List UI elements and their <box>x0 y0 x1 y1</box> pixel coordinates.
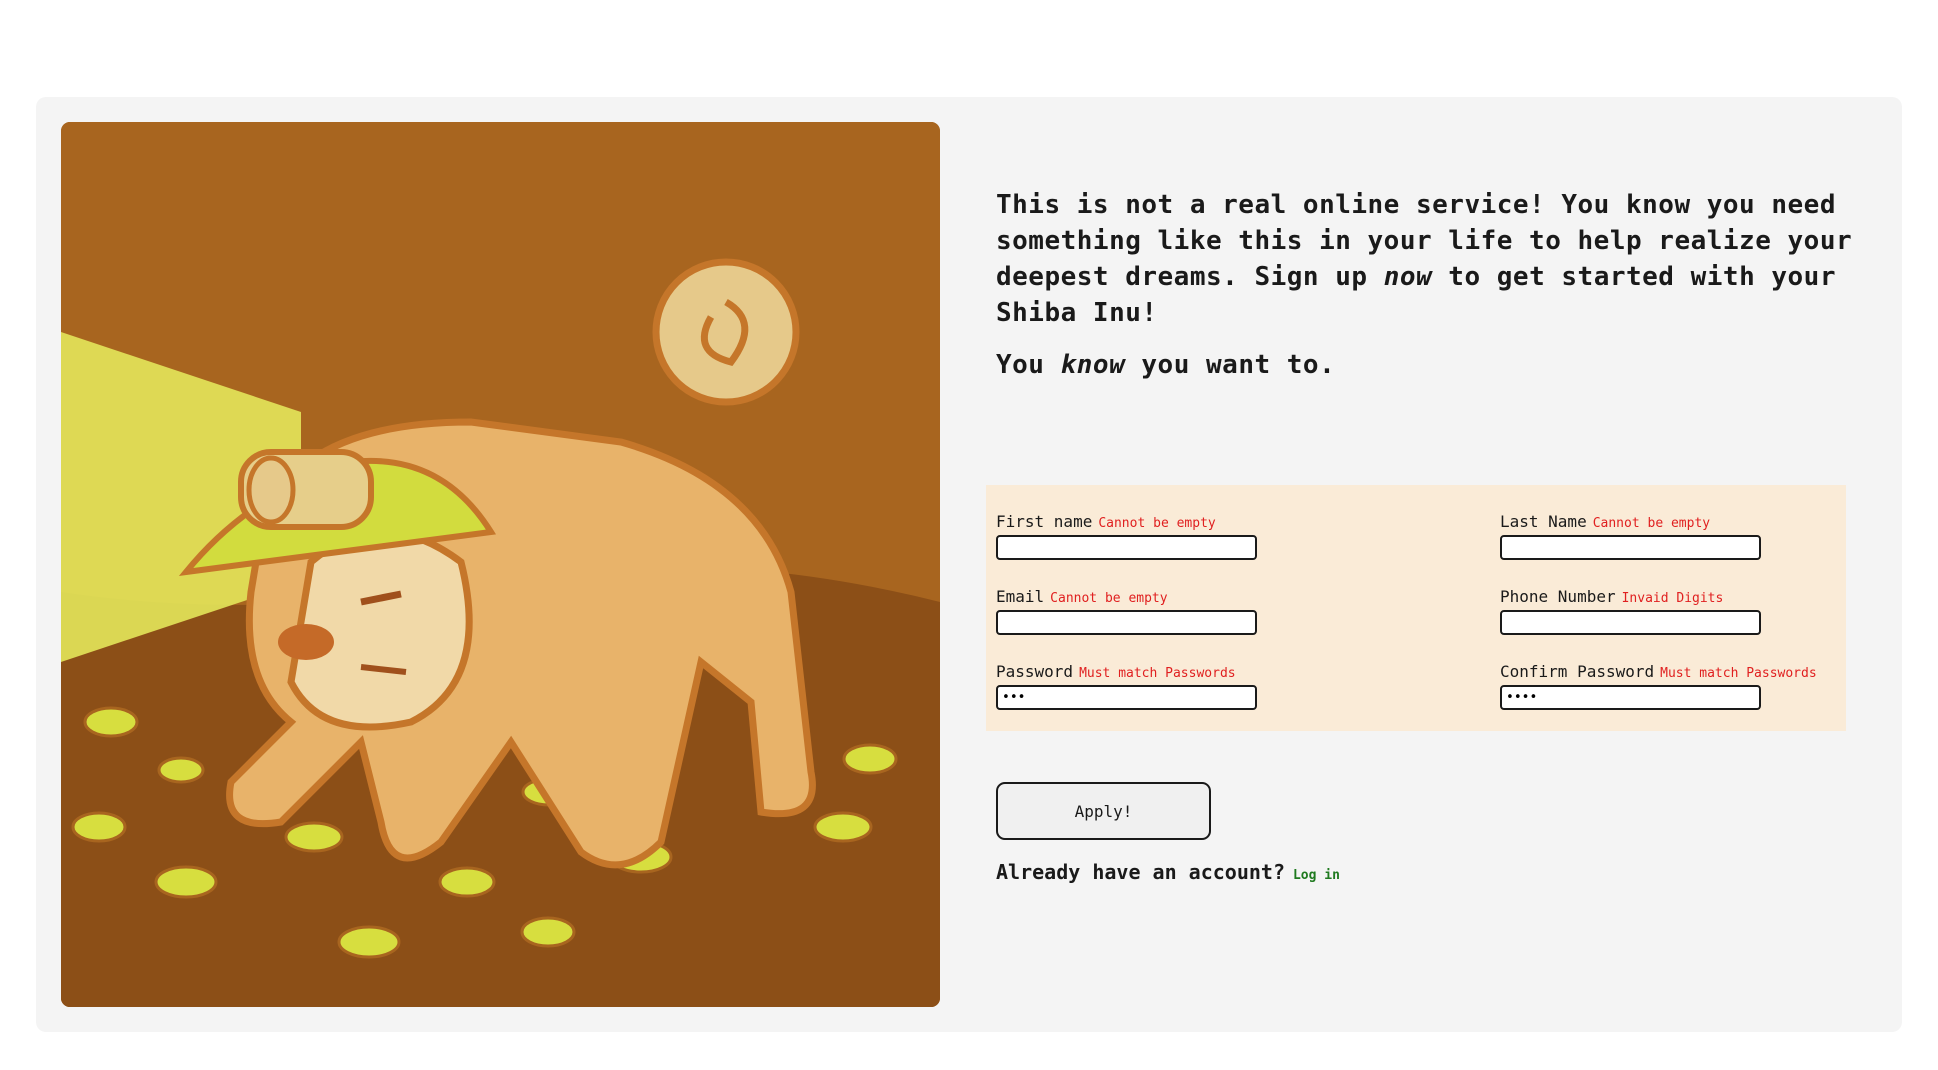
email-label: Email <box>996 587 1045 606</box>
login-link[interactable]: Log in <box>1293 868 1340 883</box>
confirm-password-field: Confirm Password Must match Passwords <box>1500 662 1817 710</box>
intro-text: This is not a real online service! You k… <box>996 187 1856 399</box>
phone-error: Invaid Digits <box>1621 591 1724 606</box>
last-name-field: Last Name Cannot be empty <box>1500 512 1770 560</box>
phone-field: Phone Number Invaid Digits <box>1500 587 1770 635</box>
password-input[interactable] <box>996 685 1257 710</box>
login-prompt-row: Already have an account? Log in <box>996 860 1340 884</box>
confirm-password-label: Confirm Password <box>1500 662 1655 681</box>
email-input[interactable] <box>996 610 1257 635</box>
first-name-label: First name <box>996 512 1093 531</box>
intro-paragraph: This is not a real online service! You k… <box>996 190 1853 328</box>
first-name-field: First name Cannot be empty <box>996 512 1266 560</box>
apply-button[interactable]: Apply! <box>996 782 1211 840</box>
password-error: Must match Passwords <box>1079 666 1236 681</box>
signup-card: This is not a real online service! You k… <box>36 97 1902 1032</box>
shiba-illustration <box>61 122 940 1007</box>
login-prompt: Already have an account? <box>996 860 1285 884</box>
last-name-input[interactable] <box>1500 535 1761 560</box>
password-label: Password <box>996 662 1074 681</box>
email-field: Email Cannot be empty <box>996 587 1266 635</box>
phone-label: Phone Number <box>1500 587 1616 606</box>
confirm-password-input[interactable] <box>1500 685 1761 710</box>
first-name-input[interactable] <box>996 535 1257 560</box>
first-name-error: Cannot be empty <box>1098 516 1216 531</box>
intro-tagline: You know you want to. <box>996 350 1336 380</box>
last-name-error: Cannot be empty <box>1592 516 1711 531</box>
email-error: Cannot be empty <box>1050 591 1168 606</box>
password-field: Password Must match Passwords <box>996 662 1266 710</box>
signup-form: First name Cannot be empty Last Name Canno… <box>986 485 1846 731</box>
phone-input[interactable] <box>1500 610 1761 635</box>
confirm-password-error: Must match Passwords <box>1660 666 1817 681</box>
last-name-label: Last Name <box>1500 512 1587 531</box>
